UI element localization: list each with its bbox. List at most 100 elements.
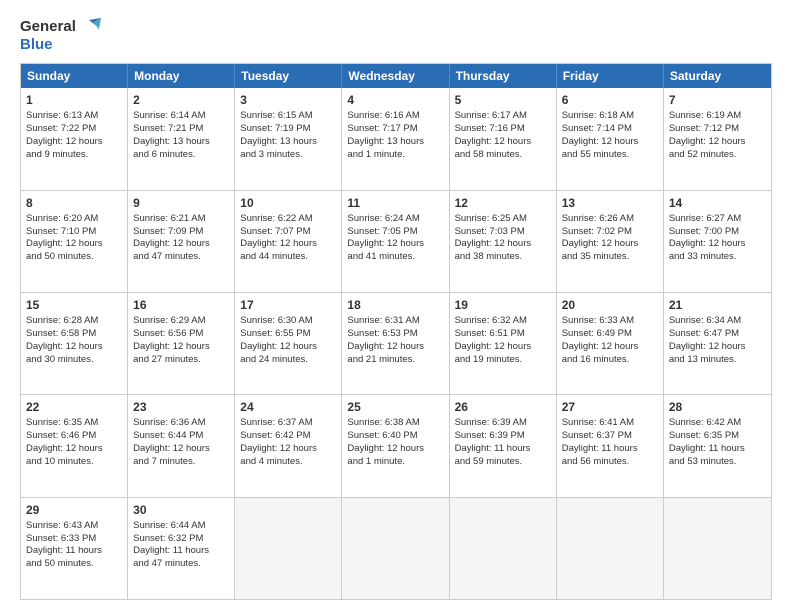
day-info-line: Sunset: 6:53 PM	[347, 328, 443, 341]
day-info-line: Daylight: 13 hours	[347, 136, 443, 149]
day-info-line: Sunrise: 6:17 AM	[455, 110, 551, 123]
day-info-line: Daylight: 11 hours	[562, 443, 658, 456]
calendar-day-1: 1Sunrise: 6:13 AMSunset: 7:22 PMDaylight…	[21, 88, 128, 189]
calendar-row-1: 1Sunrise: 6:13 AMSunset: 7:22 PMDaylight…	[21, 88, 771, 189]
day-info-line: and 44 minutes.	[240, 251, 336, 264]
day-info-line: and 47 minutes.	[133, 558, 229, 571]
day-info-line: Daylight: 12 hours	[455, 341, 551, 354]
day-info-line: Sunrise: 6:28 AM	[26, 315, 122, 328]
day-info-line: and 52 minutes.	[669, 149, 766, 162]
day-number: 28	[669, 399, 766, 415]
calendar-day-13: 13Sunrise: 6:26 AMSunset: 7:02 PMDayligh…	[557, 191, 664, 292]
calendar-day-4: 4Sunrise: 6:16 AMSunset: 7:17 PMDaylight…	[342, 88, 449, 189]
calendar-day-24: 24Sunrise: 6:37 AMSunset: 6:42 PMDayligh…	[235, 395, 342, 496]
day-info-line: Sunrise: 6:27 AM	[669, 213, 766, 226]
day-info-line: Sunset: 6:33 PM	[26, 533, 122, 546]
day-number: 19	[455, 297, 551, 313]
calendar-day-21: 21Sunrise: 6:34 AMSunset: 6:47 PMDayligh…	[664, 293, 771, 394]
calendar-day-12: 12Sunrise: 6:25 AMSunset: 7:03 PMDayligh…	[450, 191, 557, 292]
day-info-line: Sunset: 7:19 PM	[240, 123, 336, 136]
calendar-day-20: 20Sunrise: 6:33 AMSunset: 6:49 PMDayligh…	[557, 293, 664, 394]
day-info-line: and 58 minutes.	[455, 149, 551, 162]
day-number: 2	[133, 92, 229, 108]
calendar-day-14: 14 Sunrise: 6:27 AMSunset: 7:00 PMDayligh…	[664, 191, 771, 292]
day-info-line: and 10 minutes.	[26, 456, 122, 469]
day-info-line: and 9 minutes.	[26, 149, 122, 162]
day-info-line: Sunset: 7:07 PM	[240, 226, 336, 239]
day-info-line: and 7 minutes.	[133, 456, 229, 469]
calendar-row-5: 29 Sunrise: 6:43 AMSunset: 6:33 PM Dayligh…	[21, 497, 771, 599]
day-info-line: and 4 minutes.	[240, 456, 336, 469]
day-info-line: Sunset: 6:35 PM	[669, 430, 766, 443]
logo: General Blue	[20, 18, 101, 53]
day-info-line: Daylight: 12 hours	[133, 238, 229, 251]
day-info-line: and 16 minutes.	[562, 354, 658, 367]
day-info-line: and 55 minutes.	[562, 149, 658, 162]
day-info-line: Daylight: 12 hours	[240, 238, 336, 251]
day-info-line: Daylight: 12 hours	[26, 341, 122, 354]
weekday-header-sunday: Sunday	[21, 64, 128, 88]
day-info-line: Sunset: 7:10 PM	[26, 226, 122, 239]
day-number: 16	[133, 297, 229, 313]
day-info-line: Sunrise: 6:18 AM	[562, 110, 658, 123]
day-info-line: Sunset: 7:22 PM	[26, 123, 122, 136]
day-info-line: Sunset: 7:09 PM	[133, 226, 229, 239]
weekday-header-thursday: Thursday	[450, 64, 557, 88]
day-info-line: Sunset: 7:16 PM	[455, 123, 551, 136]
day-info-line: Sunrise: 6:14 AM	[133, 110, 229, 123]
day-info-line: Sunrise: 6:21 AM	[133, 213, 229, 226]
weekday-header-saturday: Saturday	[664, 64, 771, 88]
day-info-line: Sunset: 7:14 PM	[562, 123, 658, 136]
day-number: 29	[26, 502, 122, 518]
day-info-line: and 19 minutes.	[455, 354, 551, 367]
day-info-line: and 59 minutes.	[455, 456, 551, 469]
calendar-empty-cell	[235, 498, 342, 599]
calendar-day-7: 7Sunrise: 6:19 AMSunset: 7:12 PMDaylight…	[664, 88, 771, 189]
day-info-line: Daylight: 11 hours	[133, 545, 229, 558]
day-info-line: and 13 minutes.	[669, 354, 766, 367]
day-info-line: Sunrise: 6:43 AM	[26, 520, 122, 533]
day-number: 10	[240, 195, 336, 211]
day-info-line: Daylight: 12 hours	[455, 136, 551, 149]
day-info-line: and 21 minutes.	[347, 354, 443, 367]
calendar-day-26: 26Sunrise: 6:39 AMSunset: 6:39 PMDayligh…	[450, 395, 557, 496]
calendar-empty-cell	[557, 498, 664, 599]
day-info-line: Sunrise: 6:37 AM	[240, 417, 336, 430]
calendar-header: SundayMondayTuesdayWednesdayThursdayFrid…	[21, 64, 771, 88]
day-info-line: Sunset: 7:21 PM	[133, 123, 229, 136]
day-info-line: Daylight: 12 hours	[240, 341, 336, 354]
day-info-line: Daylight: 12 hours	[562, 136, 658, 149]
day-info-line: Sunset: 6:40 PM	[347, 430, 443, 443]
calendar-empty-cell	[342, 498, 449, 599]
day-info-line: Sunset: 7:12 PM	[669, 123, 766, 136]
day-info-line: Sunrise: 6:34 AM	[669, 315, 766, 328]
day-info-line: Sunset: 6:51 PM	[455, 328, 551, 341]
calendar-day-8: 8Sunrise: 6:20 AMSunset: 7:10 PMDaylight…	[21, 191, 128, 292]
day-info-line: Daylight: 12 hours	[26, 238, 122, 251]
day-info-line: and 3 minutes.	[240, 149, 336, 162]
calendar-day-11: 11Sunrise: 6:24 AMSunset: 7:05 PMDayligh…	[342, 191, 449, 292]
calendar-day-17: 17Sunrise: 6:30 AMSunset: 6:55 PMDayligh…	[235, 293, 342, 394]
calendar-day-19: 19Sunrise: 6:32 AMSunset: 6:51 PMDayligh…	[450, 293, 557, 394]
day-info-line: Daylight: 12 hours	[347, 238, 443, 251]
day-info-line: Daylight: 12 hours	[669, 238, 766, 251]
day-number: 6	[562, 92, 658, 108]
calendar-day-28: 28Sunrise: 6:42 AMSunset: 6:35 PMDayligh…	[664, 395, 771, 496]
day-number: 14	[669, 195, 766, 211]
day-info-line: Sunrise: 6:41 AM	[562, 417, 658, 430]
calendar-day-5: 5Sunrise: 6:17 AMSunset: 7:16 PMDaylight…	[450, 88, 557, 189]
day-info-line: Sunrise: 6:38 AM	[347, 417, 443, 430]
day-info-line: and 50 minutes.	[26, 558, 122, 571]
day-number: 4	[347, 92, 443, 108]
day-info-line: Sunset: 6:44 PM	[133, 430, 229, 443]
day-info-line: Sunset: 7:00 PM	[669, 226, 766, 239]
calendar-day-18: 18Sunrise: 6:31 AMSunset: 6:53 PMDayligh…	[342, 293, 449, 394]
logo-bird-icon	[79, 18, 101, 36]
day-info-line: Daylight: 13 hours	[133, 136, 229, 149]
day-info-line: Sunrise: 6:22 AM	[240, 213, 336, 226]
day-info-line: and 35 minutes.	[562, 251, 658, 264]
day-info-line: Daylight: 12 hours	[133, 341, 229, 354]
calendar-day-25: 25Sunrise: 6:38 AMSunset: 6:40 PMDayligh…	[342, 395, 449, 496]
day-info-line: Daylight: 13 hours	[240, 136, 336, 149]
day-info-line: and 41 minutes.	[347, 251, 443, 264]
